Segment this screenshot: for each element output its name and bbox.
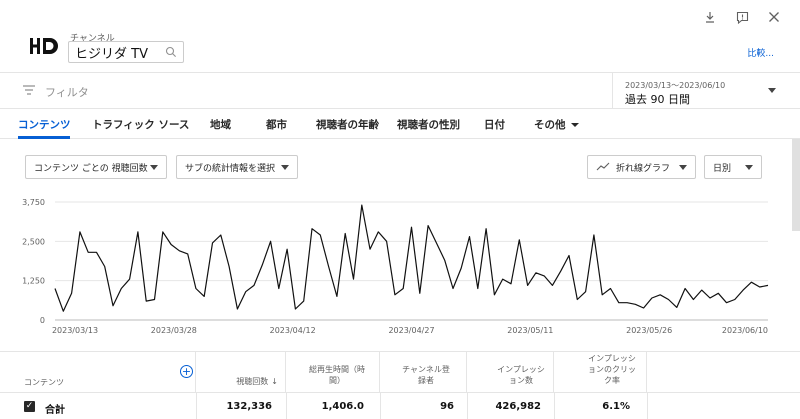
total-checkbox[interactable]: ✓ bbox=[24, 401, 35, 412]
ctr-header: インプレッションのクリック率 bbox=[588, 354, 636, 385]
date-divider bbox=[612, 73, 613, 109]
impressions-header: インプレッション数 bbox=[497, 365, 545, 385]
chart-type-dropdown[interactable]: 折れ線グラフ bbox=[587, 155, 696, 179]
chevron-down-icon bbox=[745, 165, 753, 170]
table-header-impressions[interactable]: インプレッション数 bbox=[467, 352, 554, 392]
views-header: 視聴回数 ↓ bbox=[196, 376, 278, 387]
tab-city[interactable]: 都市 bbox=[266, 117, 287, 132]
chevron-down-icon bbox=[281, 165, 289, 170]
active-tab-indicator bbox=[18, 136, 70, 139]
add-column-icon[interactable]: + bbox=[180, 365, 193, 378]
metric-dropdown-label: コンテンツ ごとの 視聴回数 bbox=[34, 163, 148, 174]
channel-logo-icon bbox=[30, 38, 58, 54]
metric-dropdown[interactable]: コンテンツ ごとの 視聴回数 bbox=[25, 155, 167, 179]
filter-icon[interactable] bbox=[22, 84, 36, 96]
subscribers-header: チャンネル登録者 bbox=[402, 365, 450, 385]
total-watch-time: 1,406.0 bbox=[321, 401, 364, 412]
chevron-down-icon bbox=[679, 165, 687, 170]
table-header-views[interactable]: 視聴回数 ↓ bbox=[196, 352, 286, 392]
line-chart-icon bbox=[596, 162, 610, 172]
compare-link[interactable]: 比較... bbox=[747, 46, 774, 59]
filter-input[interactable]: フィルタ bbox=[45, 84, 89, 100]
chevron-down-icon bbox=[150, 165, 158, 170]
sort-down-icon: ↓ bbox=[271, 377, 278, 386]
total-subscribers: 96 bbox=[440, 401, 454, 412]
channel-selector[interactable]: ヒジリダ TV bbox=[68, 41, 184, 63]
x-tick-label: 2023/04/12 bbox=[270, 326, 316, 335]
caret-down-icon bbox=[570, 123, 579, 127]
tab-content[interactable]: コンテンツ bbox=[18, 117, 71, 132]
tab-bar: コンテンツ トラフィック ソース 地域 都市 視聴者の年齢 視聴者の性別 日付 … bbox=[0, 109, 800, 139]
x-tick-label: 2023/03/28 bbox=[151, 326, 197, 335]
secondary-metric-label: サブの統計情報を選択 bbox=[185, 163, 276, 174]
x-tick-label: 2023/06/10 bbox=[722, 326, 768, 335]
x-tick-label: 2023/05/11 bbox=[507, 326, 553, 335]
interval-dropdown[interactable]: 日別 bbox=[704, 155, 762, 179]
x-tick-label: 2023/03/13 bbox=[52, 326, 98, 335]
chevron-down-icon[interactable] bbox=[768, 88, 776, 93]
total-row: ✓ 合計 132,336 1,406.0 96 426,982 6.1% bbox=[0, 392, 800, 419]
tab-viewer-gender[interactable]: 視聴者の性別 bbox=[397, 117, 460, 132]
content-column-header: コンテンツ bbox=[24, 378, 64, 387]
y-tick-label: 3,750 bbox=[22, 198, 45, 207]
table-header-watch-time[interactable]: 総再生時間（時間） bbox=[286, 352, 380, 392]
x-tick-label: 2023/05/26 bbox=[626, 326, 672, 335]
tab-geography[interactable]: 地域 bbox=[210, 117, 231, 132]
chart-type-label: 折れ線グラフ bbox=[616, 163, 671, 174]
channel-name: ヒジリダ TV bbox=[75, 46, 148, 62]
y-tick-label: 1,250 bbox=[22, 277, 45, 286]
total-label: 合計 bbox=[45, 405, 65, 416]
views-series-line bbox=[54, 204, 769, 312]
watch-time-header: 総再生時間（時間） bbox=[309, 365, 365, 385]
tab-traffic-source[interactable]: トラフィック ソース bbox=[92, 117, 189, 132]
total-views: 132,336 bbox=[226, 401, 272, 412]
date-range: 2023/03/13～2023/06/10 bbox=[625, 81, 726, 90]
views-line-chart: 3,750 2,500 1,250 0 2023/03/13 2023/03/28 2023… bbox=[22, 198, 769, 335]
header: チャンネル ヒジリダ TV 比較... bbox=[0, 0, 800, 73]
total-ctr: 6.1% bbox=[602, 401, 630, 412]
interval-label: 日別 bbox=[713, 163, 732, 174]
date-period-label[interactable]: 過去 90 日間 bbox=[625, 91, 690, 107]
tab-more[interactable]: その他 bbox=[534, 117, 579, 132]
tab-more-label: その他 bbox=[534, 119, 566, 131]
filter-bar: フィルタ 2023/03/13～2023/06/10 過去 90 日間 bbox=[0, 73, 800, 109]
tab-date[interactable]: 日付 bbox=[484, 117, 505, 132]
tab-viewer-age[interactable]: 視聴者の年齢 bbox=[316, 117, 379, 132]
total-impressions: 426,982 bbox=[495, 401, 541, 412]
table-header-content: コンテンツ + bbox=[0, 352, 196, 392]
search-icon[interactable] bbox=[165, 46, 177, 58]
table-header-subscribers[interactable]: チャンネル登録者 bbox=[380, 352, 467, 392]
x-tick-label: 2023/04/27 bbox=[388, 326, 434, 335]
secondary-metric-dropdown[interactable]: サブの統計情報を選択 bbox=[176, 155, 298, 179]
y-tick-label: 0 bbox=[40, 316, 45, 325]
y-tick-label: 2,500 bbox=[22, 237, 45, 246]
table-header-ctr[interactable]: インプレッションのクリック率 bbox=[554, 352, 647, 392]
column-divider bbox=[647, 393, 648, 419]
views-header-label: 視聴回数 bbox=[236, 377, 269, 386]
